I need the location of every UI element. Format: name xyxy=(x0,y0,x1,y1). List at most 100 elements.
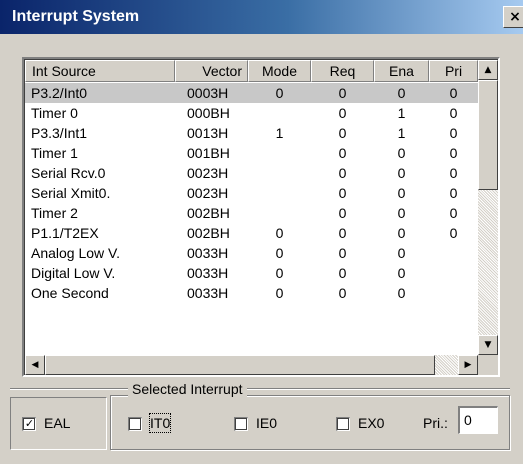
cell-vector: 002BH xyxy=(187,205,230,221)
cell-pri: 0 xyxy=(449,105,458,121)
ie0-label[interactable]: IE0 xyxy=(256,414,277,432)
window-title: Interrupt System xyxy=(12,8,140,25)
cell-pri: 0 xyxy=(449,145,458,161)
close-button[interactable]: × xyxy=(503,6,523,28)
table-row[interactable]: Timer 0 000BH 0 1 0 xyxy=(25,103,478,123)
cell-int-source: Timer 1 xyxy=(31,145,78,161)
cell-vector: 0033H xyxy=(187,265,229,281)
cell-mode xyxy=(248,143,311,163)
cell-vector: 0033H xyxy=(187,285,229,301)
column-header-ena[interactable]: Ena xyxy=(374,60,429,82)
table-row[interactable]: P3.3/Int1 0013H 1 0 1 0 xyxy=(25,123,478,143)
cell-req: 0 xyxy=(338,205,347,221)
cell-vector: 001BH xyxy=(187,145,230,161)
cell-mode: 0 xyxy=(275,265,284,281)
cell-ena: 0 xyxy=(397,185,406,201)
column-header-vector[interactable]: Vector xyxy=(175,60,248,82)
cell-mode: 0 xyxy=(275,285,284,301)
cell-int-source: Serial Rcv.0 xyxy=(31,165,106,181)
cell-pri: 0 xyxy=(449,185,458,201)
cell-int-source: Analog Low V. xyxy=(31,245,120,261)
cell-vector: 0033H xyxy=(187,245,229,261)
cell-pri: 0 xyxy=(449,165,458,181)
cell-int-source: Timer 0 xyxy=(31,105,78,121)
cell-ena: 0 xyxy=(397,85,406,101)
ex0-checkbox[interactable] xyxy=(336,417,350,431)
cell-req: 0 xyxy=(338,225,347,241)
vertical-scroll-thumb[interactable] xyxy=(478,80,498,190)
cell-int-source: One Second xyxy=(31,285,109,301)
scroll-left-button[interactable]: ◀ xyxy=(25,355,45,375)
cell-pri: 0 xyxy=(449,125,458,141)
cell-ena: 1 xyxy=(397,105,406,121)
interrupt-system-window: Interrupt System × Int Source Vector Mod… xyxy=(0,0,523,464)
interrupt-list[interactable]: Int Source Vector Mode Req Ena Pri P3.2/… xyxy=(22,57,500,377)
scroll-up-button[interactable]: ▲ xyxy=(478,60,498,80)
cell-int-source: P1.1/T2EX xyxy=(31,225,99,241)
cell-ena: 1 xyxy=(397,125,406,141)
cell-int-source: Digital Low V. xyxy=(31,265,116,281)
cell-int-source: Timer 2 xyxy=(31,205,78,221)
list-rows: P3.2/Int0 0003H 0 0 0 0 Timer 0 000BH 0 1 0 P3.3/In… xyxy=(25,83,478,303)
table-row[interactable]: Serial Xmit0. 0023H 0 0 0 xyxy=(25,183,478,203)
cell-ena: 0 xyxy=(397,245,406,261)
cell-pri xyxy=(429,243,478,263)
cell-vector: 0013H xyxy=(187,125,229,141)
eal-checkbox[interactable]: ✓ xyxy=(22,417,36,431)
cell-ena: 0 xyxy=(397,205,406,221)
table-row[interactable]: P1.1/T2EX 002BH 0 0 0 0 xyxy=(25,223,478,243)
cell-req: 0 xyxy=(338,265,347,281)
separator xyxy=(10,388,510,390)
table-row[interactable]: Analog Low V. 0033H 0 0 0 xyxy=(25,243,478,263)
cell-req: 0 xyxy=(338,105,347,121)
list-header: Int Source Vector Mode Req Ena Pri xyxy=(25,60,478,82)
column-header-pri[interactable]: Pri xyxy=(429,60,478,82)
cell-req: 0 xyxy=(338,145,347,161)
it0-label[interactable]: IT0 xyxy=(148,413,172,433)
column-header-req[interactable]: Req xyxy=(311,60,374,82)
cell-pri: 0 xyxy=(449,225,458,241)
column-header-int-source[interactable]: Int Source xyxy=(25,60,175,82)
table-row[interactable]: Serial Rcv.0 0023H 0 0 0 xyxy=(25,163,478,183)
column-header-mode[interactable]: Mode xyxy=(248,60,311,82)
ie0-checkbox[interactable] xyxy=(234,417,248,431)
eal-label[interactable]: EAL xyxy=(44,414,70,432)
horizontal-scroll-thumb[interactable] xyxy=(45,355,435,375)
cell-mode: 1 xyxy=(275,125,284,141)
cell-mode xyxy=(248,103,311,123)
cell-vector: 0023H xyxy=(187,165,229,181)
cell-vector: 0003H xyxy=(187,85,229,101)
cell-vector: 000BH xyxy=(187,105,230,121)
horizontal-scrollbar[interactable]: ◀ ▶ xyxy=(25,355,478,375)
pri-input[interactable]: 0 xyxy=(458,406,498,434)
pri-label: Pri.: xyxy=(423,415,448,431)
ex0-label[interactable]: EX0 xyxy=(358,414,384,432)
table-row[interactable]: Timer 2 002BH 0 0 0 xyxy=(25,203,478,223)
cell-mode xyxy=(248,163,311,183)
table-row[interactable]: Timer 1 001BH 0 0 0 xyxy=(25,143,478,163)
cell-mode: 0 xyxy=(275,85,284,101)
title-bar: Interrupt System × xyxy=(0,0,523,34)
cell-req: 0 xyxy=(338,125,347,141)
cell-int-source: P3.3/Int1 xyxy=(31,125,88,141)
cell-ena: 0 xyxy=(397,145,406,161)
cell-int-source: P3.2/Int0 xyxy=(31,85,88,101)
cell-req: 0 xyxy=(338,185,347,201)
cell-ena: 0 xyxy=(397,265,406,281)
cell-pri: 0 xyxy=(449,85,458,101)
scroll-right-button[interactable]: ▶ xyxy=(458,355,478,375)
cell-int-source: Serial Xmit0. xyxy=(31,185,111,201)
scroll-down-button[interactable]: ▼ xyxy=(478,335,498,355)
table-row[interactable]: P3.2/Int0 0003H 0 0 0 0 xyxy=(25,83,478,103)
cell-pri xyxy=(429,283,478,303)
table-row[interactable]: One Second 0033H 0 0 0 xyxy=(25,283,478,303)
table-row[interactable]: Digital Low V. 0033H 0 0 0 xyxy=(25,263,478,283)
cell-mode xyxy=(248,183,311,203)
cell-mode: 0 xyxy=(275,245,284,261)
it0-checkbox[interactable] xyxy=(128,417,142,431)
cell-pri xyxy=(429,263,478,283)
vertical-scrollbar[interactable]: ▲ ▼ xyxy=(478,60,498,355)
cell-req: 0 xyxy=(338,85,347,101)
cell-req: 0 xyxy=(338,285,347,301)
cell-ena: 0 xyxy=(397,225,406,241)
